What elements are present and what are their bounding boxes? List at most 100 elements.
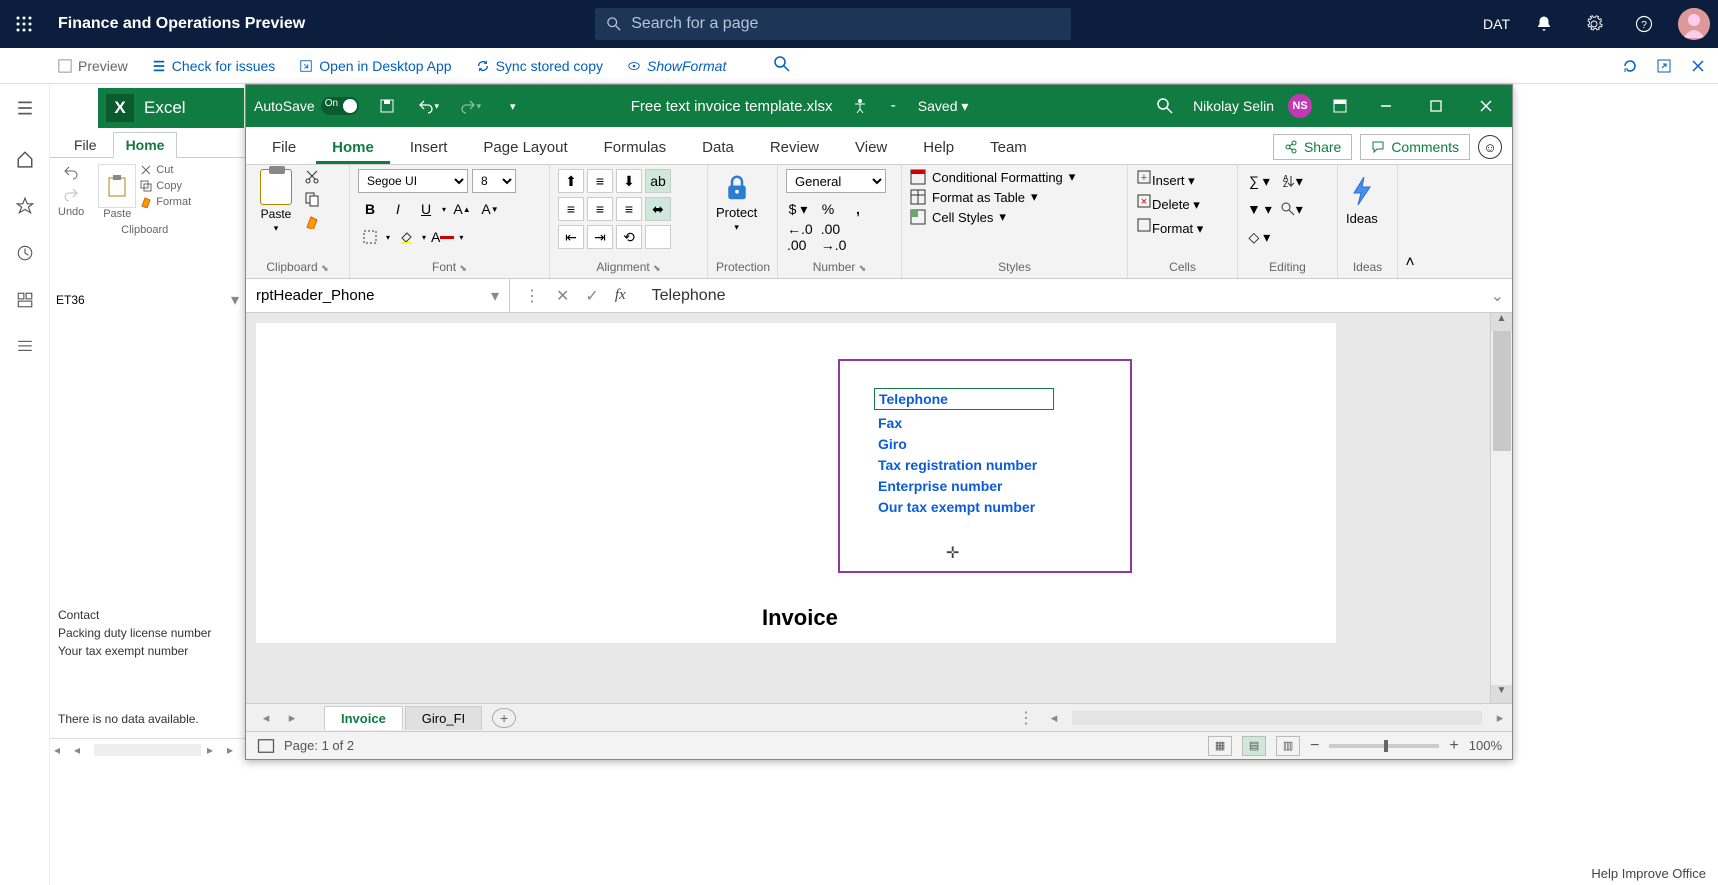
ribbon-display-icon[interactable] (1326, 92, 1354, 120)
search-command-icon[interactable] (774, 56, 790, 75)
normal-view-button[interactable]: ▦ (1208, 736, 1232, 756)
insert-function-icon[interactable]: fx (615, 287, 626, 304)
save-status[interactable]: Saved ▾ (918, 98, 969, 115)
tab-formulas[interactable]: Formulas (588, 131, 683, 164)
horizontal-scrollbar[interactable] (1072, 711, 1482, 725)
align-middle-icon[interactable]: ≡ (587, 169, 613, 193)
cut-icon[interactable] (304, 169, 320, 185)
check-issues-command[interactable]: Check for issues (152, 58, 275, 74)
border-button[interactable] (358, 225, 382, 249)
fill-button[interactable]: ▼ ▾ (1246, 197, 1273, 221)
company-indicator[interactable]: DAT (1483, 16, 1510, 32)
underline-button[interactable]: U (414, 197, 438, 221)
close-icon[interactable] (1690, 58, 1706, 74)
add-sheet-button[interactable]: + (492, 708, 516, 728)
tab-team[interactable]: Team (974, 131, 1043, 164)
comments-button[interactable]: Comments (1360, 134, 1470, 160)
align-top-icon[interactable]: ⬆ (558, 169, 584, 193)
autosave-toggle[interactable]: On (321, 97, 359, 115)
italic-button[interactable]: I (386, 197, 410, 221)
zoom-slider[interactable] (1329, 744, 1439, 748)
conditional-formatting-button[interactable]: Conditional Formatting ▾ (910, 169, 1075, 185)
zoom-level[interactable]: 100% (1469, 738, 1502, 753)
recent-nav-icon[interactable] (16, 244, 34, 267)
insert-cells-button[interactable]: +Insert ▾ (1136, 169, 1203, 189)
home-nav-icon[interactable] (16, 150, 34, 173)
cancel-formula-icon[interactable]: ✕ (556, 286, 569, 306)
merge-button[interactable]: ⬌ (645, 197, 671, 221)
decrease-font-icon[interactable]: A▼ (478, 197, 502, 221)
sort-filter-button[interactable]: AZ▾ (1279, 169, 1304, 193)
preview-tab-home[interactable]: Home (113, 132, 178, 158)
help-improve-link[interactable]: Help Improve Office (1591, 866, 1706, 881)
maximize-button[interactable] (1418, 92, 1454, 120)
tab-file[interactable]: File (256, 131, 312, 164)
settings-icon[interactable] (1578, 8, 1610, 40)
accessibility-icon[interactable] (852, 98, 868, 114)
cell-styles-button[interactable]: Cell Styles ▾ (910, 209, 1075, 225)
share-button[interactable]: Share (1273, 134, 1352, 160)
worksheet-canvas[interactable]: Telephone Fax Giro Tax registration numb… (256, 323, 1336, 643)
align-right-icon[interactable]: ≡ (616, 197, 642, 221)
increase-font-icon[interactable]: A▲ (450, 197, 474, 221)
zoom-in-button[interactable]: + (1449, 737, 1458, 755)
orientation-icon[interactable]: ⟲ (616, 225, 642, 249)
find-select-button[interactable]: ▾ (1279, 197, 1304, 221)
align-bottom-icon[interactable]: ⬇ (616, 169, 642, 193)
minimize-button[interactable] (1368, 92, 1404, 120)
page-break-view-button[interactable]: ▥ (1276, 736, 1300, 756)
preview-tab-file[interactable]: File (62, 133, 109, 157)
undo-icon[interactable]: ▾ (415, 92, 443, 120)
notifications-icon[interactable] (1528, 8, 1560, 40)
bold-button[interactable]: B (358, 197, 382, 221)
align-center-icon[interactable]: ≡ (587, 197, 613, 221)
fill-color-button[interactable] (394, 225, 418, 249)
decrease-decimal-icon[interactable]: .00→.0 (820, 225, 848, 249)
global-search[interactable]: Search for a page (595, 8, 1071, 40)
nav-toggle[interactable] (0, 90, 50, 126)
currency-button[interactable]: $ ▾ (786, 197, 810, 221)
formula-bar[interactable]: Telephone (640, 287, 1491, 305)
title-search-icon[interactable] (1151, 92, 1179, 120)
modules-nav-icon[interactable] (16, 338, 34, 361)
zoom-out-button[interactable]: − (1310, 737, 1319, 755)
app-launcher[interactable] (8, 8, 40, 40)
save-icon[interactable] (373, 92, 401, 120)
protect-icon[interactable] (722, 173, 752, 203)
tab-page-layout[interactable]: Page Layout (467, 131, 583, 164)
redo-icon[interactable] (63, 186, 79, 202)
autosum-button[interactable]: ∑ ▾ (1246, 169, 1273, 193)
copy-icon[interactable] (304, 191, 320, 207)
mini-paste-button[interactable] (98, 164, 136, 208)
font-size-select[interactable]: 8 (472, 169, 516, 193)
field-giro[interactable]: Giro (878, 436, 1104, 452)
workspace-nav-icon[interactable] (16, 291, 34, 314)
vertical-scrollbar[interactable]: ▲▼ (1490, 313, 1512, 703)
preview-command[interactable]: Preview (58, 58, 128, 74)
sheet-tab-invoice[interactable]: Invoice (324, 706, 403, 730)
tab-help[interactable]: Help (907, 131, 970, 164)
align-left-icon[interactable]: ≡ (558, 197, 584, 221)
mini-name-box[interactable] (56, 293, 146, 307)
wrap-text-button[interactable]: ab (645, 169, 671, 193)
feedback-icon[interactable]: ☺ (1478, 135, 1502, 159)
clear-button[interactable]: ◇ ▾ (1246, 225, 1273, 249)
popout-icon[interactable] (1656, 58, 1672, 74)
close-button[interactable] (1468, 92, 1504, 120)
sheet-options-icon[interactable]: ⋮ (1018, 708, 1034, 728)
field-enterprise[interactable]: Enterprise number (878, 478, 1104, 494)
user-name[interactable]: Nikolay Selin (1193, 98, 1274, 114)
field-tax-exempt[interactable]: Our tax exempt number (878, 499, 1104, 515)
mini-copy[interactable]: Copy (140, 180, 191, 192)
tab-data[interactable]: Data (686, 131, 750, 164)
help-icon[interactable]: ? (1628, 8, 1660, 40)
mini-format-painter[interactable]: Format (140, 196, 191, 208)
increase-decimal-icon[interactable]: ←.0.00 (786, 225, 814, 249)
expand-formula-bar-icon[interactable]: ⌄ (1491, 286, 1504, 306)
name-box[interactable] (256, 287, 476, 304)
ideas-icon[interactable] (1348, 175, 1376, 207)
sheet-nav-prev[interactable]: ◂ (254, 710, 278, 726)
sheet-nav-next[interactable]: ▸ (280, 710, 304, 726)
tab-review[interactable]: Review (754, 131, 835, 164)
comma-button[interactable]: , (846, 197, 870, 221)
